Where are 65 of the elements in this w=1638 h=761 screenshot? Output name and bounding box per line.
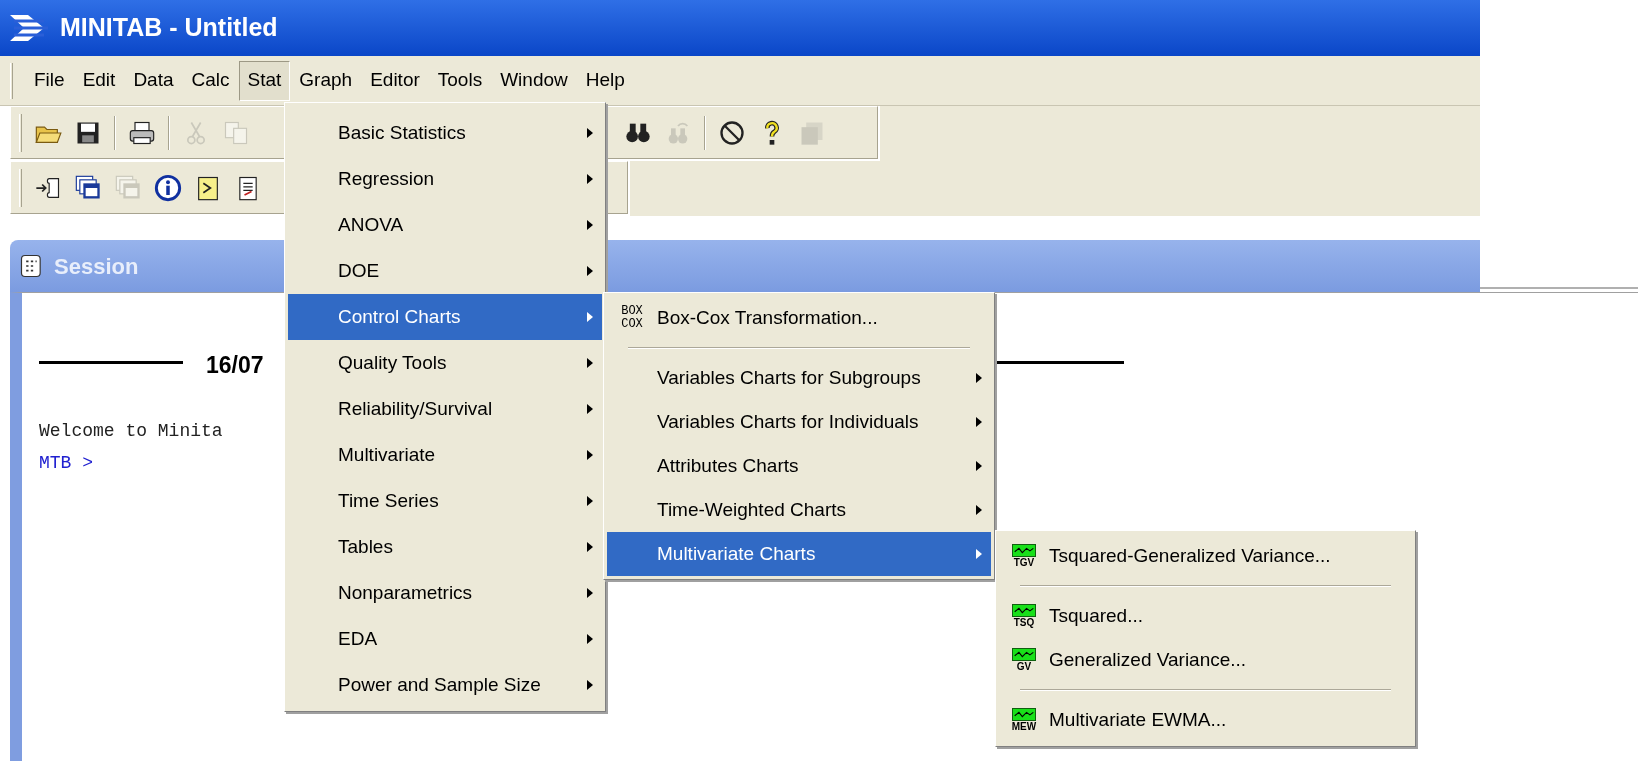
icon-caption: GV	[1016, 661, 1032, 672]
menu-item[interactable]: MEW Multivariate EWMA...	[999, 698, 1412, 742]
menu-item[interactable]: Calc	[182, 60, 239, 101]
menu-item[interactable]: Control Charts	[288, 294, 602, 340]
menu-item[interactable]: Attributes Charts	[607, 444, 991, 488]
submenu-arrow-icon	[586, 127, 594, 139]
submenu-arrow-icon	[975, 504, 983, 516]
menu-item[interactable]: Multivariate Charts	[607, 532, 991, 576]
menu-item[interactable]: Tables	[288, 524, 602, 570]
menu-item[interactable]: Stat	[238, 60, 291, 101]
menu-item[interactable]: Graph	[290, 60, 362, 101]
menu-item[interactable]: Editor	[361, 60, 429, 101]
submenu-arrow-icon	[586, 587, 594, 599]
menu-item[interactable]: EDA	[288, 616, 602, 662]
submenu-arrow-icon	[975, 416, 983, 428]
icon-caption: TSQ	[1013, 617, 1035, 628]
submenu-arrow-icon	[586, 633, 594, 645]
menu-item[interactable]: Nonparametrics	[288, 570, 602, 616]
chart-icon	[1012, 648, 1036, 661]
submenu-arrow-icon	[586, 311, 594, 323]
menu-item[interactable]: Time-Weighted Charts	[607, 488, 991, 532]
menu-item[interactable]: Help	[576, 60, 634, 101]
submenu-arrow-icon	[586, 403, 594, 415]
submenu-arrow-icon	[975, 548, 983, 560]
menu-item[interactable]: Edit	[73, 60, 125, 101]
icon-caption: TGV	[1013, 557, 1035, 568]
menu-item[interactable]: DOE	[288, 248, 602, 294]
icon-caption: MEW	[1011, 721, 1037, 732]
menu-item[interactable]: File	[25, 60, 74, 101]
menu-item[interactable]: Power and Sample Size	[288, 662, 602, 708]
session-date: 16/07	[206, 351, 264, 380]
menu-item[interactable]: Data	[124, 60, 183, 101]
submenu-arrow-icon	[586, 541, 594, 553]
command-prompt: MTB >	[39, 452, 93, 475]
submenu-arrow-icon	[586, 449, 594, 461]
chart-icon	[1012, 604, 1036, 617]
chart-icon	[1012, 708, 1036, 721]
submenu-arrow-icon	[586, 265, 594, 277]
submenu-arrow-icon	[586, 219, 594, 231]
menu-item[interactable]: Time Series	[288, 478, 602, 524]
menu-item[interactable]: Window	[491, 60, 577, 101]
submenu-arrow-icon	[975, 372, 983, 384]
menu-item[interactable]: Regression	[288, 156, 602, 202]
submenu-arrow-icon	[975, 460, 983, 472]
window-title: MINITAB - Untitled	[60, 12, 278, 44]
box-cox-label: BOX COX	[621, 305, 643, 331]
menu-item[interactable]: Tools	[428, 60, 492, 101]
menu-item[interactable]: ANOVA	[288, 202, 602, 248]
menu-item[interactable]: GV Generalized Variance...	[999, 638, 1412, 682]
menu-item[interactable]: Multivariate	[288, 432, 602, 478]
chart-icon	[1012, 544, 1036, 557]
menu-item[interactable]: Basic Statistics	[288, 110, 602, 156]
menu-item[interactable]: Reliability/Survival	[288, 386, 602, 432]
menu-item[interactable]: TGV Tsquared-Generalized Variance...	[999, 534, 1412, 578]
submenu-arrow-icon	[586, 173, 594, 185]
menu-item[interactable]: BOX COX Box-Cox Transformation...	[607, 296, 991, 340]
menu-item[interactable]: Variables Charts for Subgroups	[607, 356, 991, 400]
session-title: Session	[54, 252, 139, 281]
submenu-arrow-icon	[586, 357, 594, 369]
submenu-arrow-icon	[586, 679, 594, 691]
menu-item[interactable]: Quality Tools	[288, 340, 602, 386]
menu-item[interactable]: Variables Charts for Individuals	[607, 400, 991, 444]
session-text: Welcome to Minita	[39, 420, 223, 443]
menu-item[interactable]: TSQ Tsquared...	[999, 594, 1412, 638]
submenu-arrow-icon	[586, 495, 594, 507]
